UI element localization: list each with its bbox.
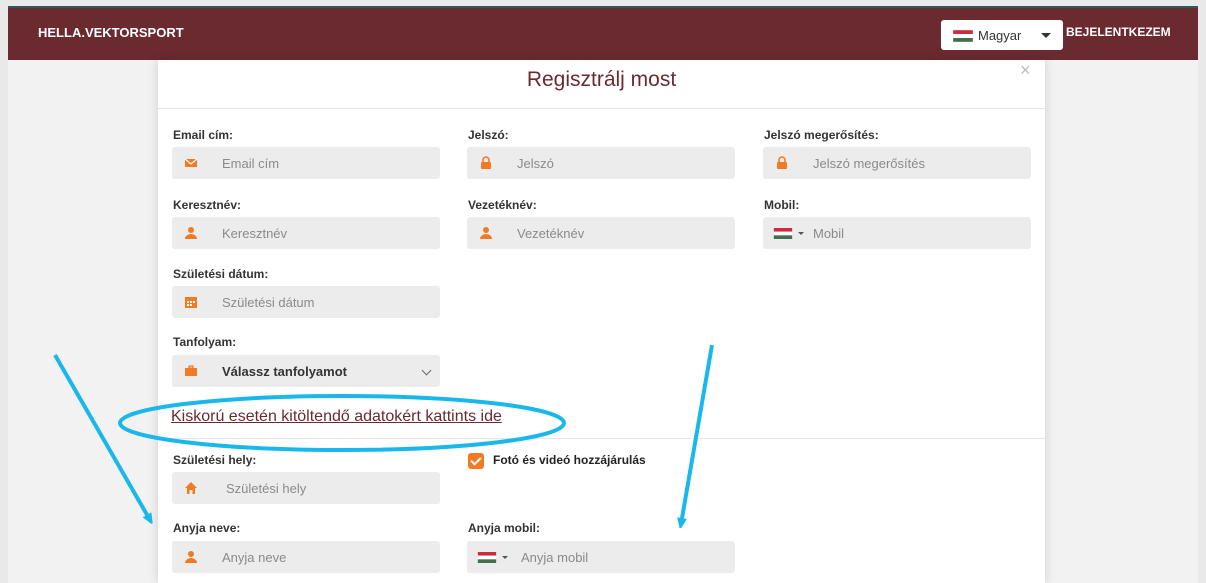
last-name-label: Vezetéknév: xyxy=(468,198,537,212)
mother-mobile-field[interactable]: Anyja mobil xyxy=(467,541,735,573)
birth-date-label: Születési dátum: xyxy=(173,267,269,281)
registration-modal: Regisztrálj most × Email cím: Email cím … xyxy=(158,60,1045,583)
password-confirm-field[interactable]: Jelszó megerősítés xyxy=(763,147,1031,179)
hungarian-flag-icon[interactable] xyxy=(477,552,497,563)
lock-icon xyxy=(777,156,787,169)
close-icon[interactable]: × xyxy=(1020,60,1031,81)
chevron-down-icon[interactable] xyxy=(798,232,804,235)
home-icon xyxy=(185,482,197,494)
mobile-placeholder: Mobil xyxy=(813,226,845,241)
brand-logo[interactable]: HELLA.VEKTORSPORT xyxy=(38,25,184,40)
login-link[interactable]: BEJELENTKEZEM xyxy=(1066,25,1171,39)
user-icon xyxy=(185,227,197,239)
backdrop-right xyxy=(1045,60,1198,583)
chevron-down-icon xyxy=(1041,33,1051,38)
email-field[interactable]: Email cím xyxy=(172,147,440,179)
email-placeholder: Email cím xyxy=(222,156,280,171)
password-confirm-label: Jelszó megerősítés: xyxy=(764,128,879,142)
chevron-down-icon xyxy=(421,365,432,376)
envelope-icon xyxy=(184,158,198,167)
first-name-placeholder: Keresztnév xyxy=(222,226,288,241)
birth-place-label: Születési hely: xyxy=(173,453,257,467)
hungarian-flag-icon xyxy=(953,30,973,42)
email-label: Email cím: xyxy=(173,128,234,142)
course-select[interactable]: Válassz tanfolyamot xyxy=(172,355,440,387)
mobile-label: Mobil: xyxy=(764,198,800,212)
lock-icon xyxy=(481,156,491,169)
mother-name-label: Anyja neve: xyxy=(173,521,241,535)
mother-mobile-label: Anyja mobil: xyxy=(468,521,541,535)
consent-label: Fotó és videó hozzájárulás xyxy=(493,453,646,467)
modal-title: Regisztrálj most xyxy=(526,68,677,91)
last-name-field[interactable]: Vezetéknév xyxy=(467,217,735,249)
password-field[interactable]: Jelszó xyxy=(467,147,735,179)
first-name-field[interactable]: Keresztnév xyxy=(172,217,440,249)
birth-place-placeholder: Születési hely xyxy=(226,481,307,496)
chevron-down-icon[interactable] xyxy=(502,556,508,559)
backdrop-left xyxy=(8,60,158,583)
first-name-label: Keresztnév: xyxy=(173,198,242,212)
language-select[interactable]: Magyar xyxy=(941,20,1063,50)
user-icon xyxy=(185,551,197,563)
divider xyxy=(158,108,1045,109)
consent-checkbox[interactable] xyxy=(468,453,484,469)
user-icon xyxy=(480,227,492,239)
password-label: Jelszó: xyxy=(468,128,509,142)
divider xyxy=(158,438,1045,439)
briefcase-icon xyxy=(185,365,197,376)
password-confirm-placeholder: Jelszó megerősítés xyxy=(813,156,925,171)
birth-date-field[interactable]: Születési dátum xyxy=(172,286,440,318)
mother-mobile-placeholder: Anyja mobil xyxy=(521,550,589,565)
top-navbar: HELLA.VEKTORSPORT Magyar BEJELENTKEZEM xyxy=(8,6,1198,60)
minor-info-link[interactable]: Kiskorú esetén kitöltendő adatokért katt… xyxy=(171,408,502,426)
birth-date-placeholder: Születési dátum xyxy=(222,295,315,310)
course-label: Tanfolyam: xyxy=(173,335,237,349)
mobile-field[interactable]: Mobil xyxy=(763,217,1031,249)
course-selected-value: Válassz tanfolyamot xyxy=(222,364,347,379)
hungarian-flag-icon[interactable] xyxy=(773,228,793,239)
password-placeholder: Jelszó xyxy=(517,156,554,171)
calendar-icon xyxy=(185,297,197,308)
birth-place-field[interactable]: Születési hely xyxy=(172,472,440,504)
mother-name-placeholder: Anyja neve xyxy=(222,550,287,565)
last-name-placeholder: Vezetéknév xyxy=(517,226,585,241)
mother-name-field[interactable]: Anyja neve xyxy=(172,541,440,573)
language-label: Magyar xyxy=(978,28,1022,43)
